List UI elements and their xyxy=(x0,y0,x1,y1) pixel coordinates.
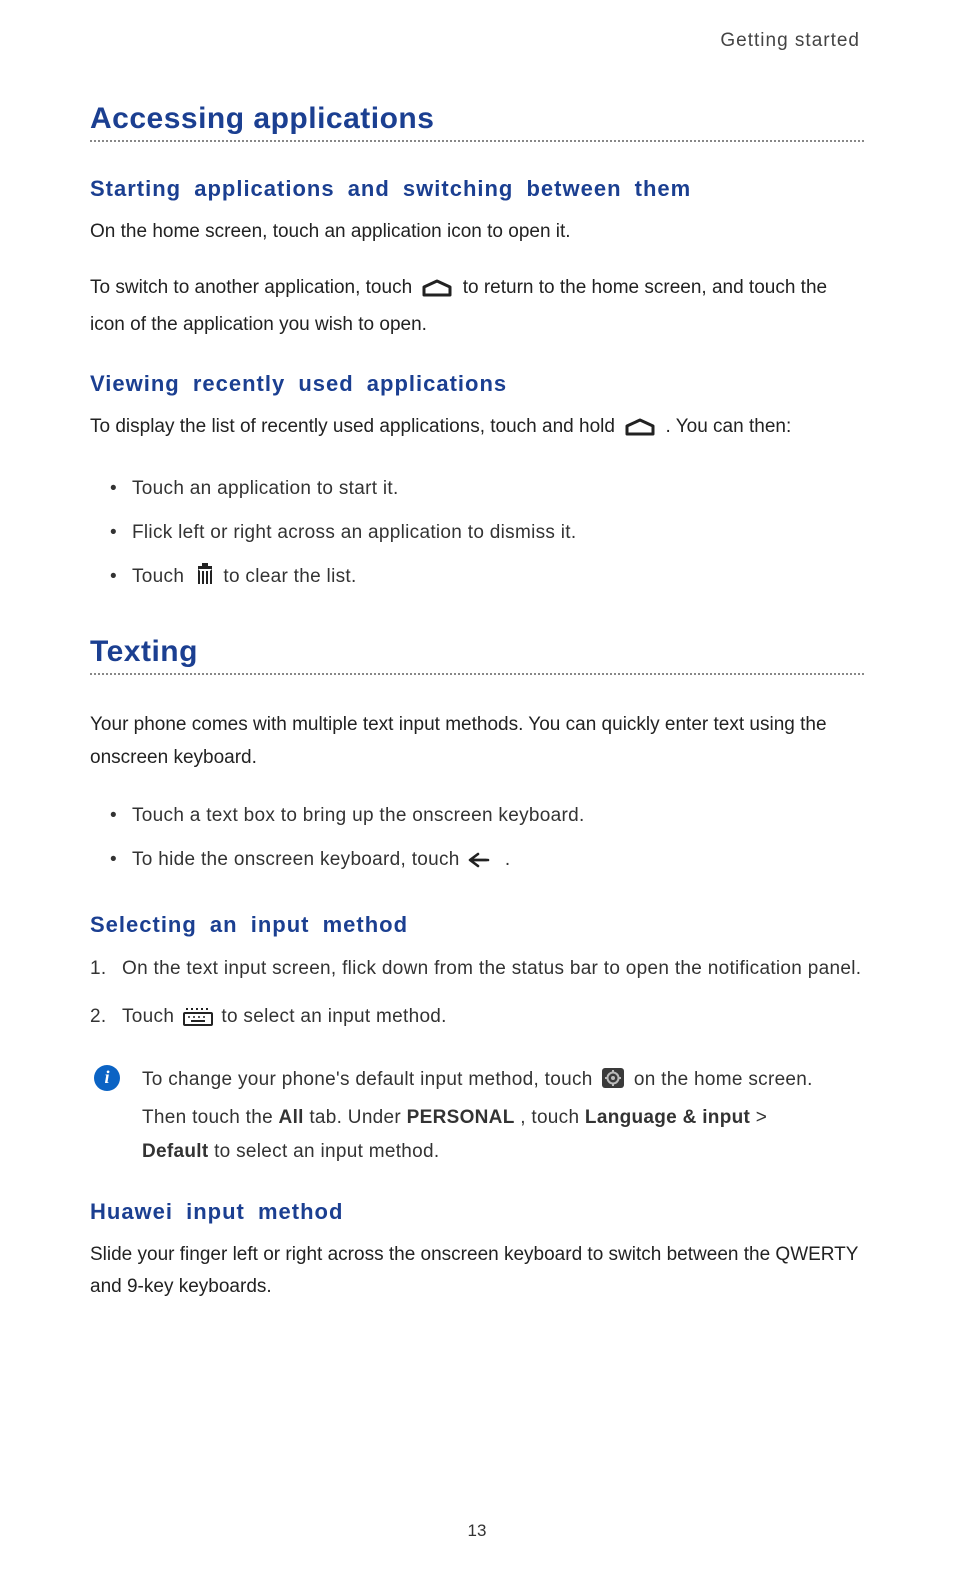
text-fragment: tab. Under xyxy=(309,1107,406,1128)
bullet-list: Touch an application to start it. Flick … xyxy=(90,471,864,599)
running-header: Getting started xyxy=(90,30,864,52)
body-text: To switch to another application, touch … xyxy=(90,272,864,341)
text-fragment: to clear the list. xyxy=(223,566,356,587)
subsection-starting-applications: Starting applications and switching betw… xyxy=(90,176,864,202)
text-fragment: To display the list of recently used app… xyxy=(90,416,620,437)
back-icon xyxy=(468,846,496,882)
home-icon xyxy=(623,415,657,447)
text-fragment: > xyxy=(756,1107,767,1128)
text-fragment: to select an input method. xyxy=(214,1141,439,1162)
ordered-list: On the text input screen, flick down fro… xyxy=(90,952,864,1038)
bold-language-input: Language & input xyxy=(585,1107,750,1128)
divider xyxy=(90,140,864,142)
page-number: 13 xyxy=(0,1521,954,1541)
subsection-viewing-recently-used: Viewing recently used applications xyxy=(90,371,864,397)
keyboard-icon xyxy=(183,1004,213,1038)
text-fragment: . xyxy=(505,849,511,870)
list-item: Touch to select an input method. xyxy=(90,1000,864,1038)
text-fragment: , touch xyxy=(520,1107,585,1128)
list-item: Touch a text box to bring up the onscree… xyxy=(110,798,864,834)
divider xyxy=(90,673,864,675)
bold-personal: PERSONAL xyxy=(407,1107,515,1128)
info-text: To change your phone's default input met… xyxy=(142,1063,864,1170)
text-fragment: to select an input method. xyxy=(221,1006,446,1027)
subsection-selecting-input-method: Selecting an input method xyxy=(90,912,864,938)
bold-all: All xyxy=(279,1107,304,1128)
body-text: To display the list of recently used app… xyxy=(90,411,864,447)
text-fragment: To change your phone's default input met… xyxy=(142,1069,598,1090)
info-icon: i xyxy=(94,1065,120,1091)
body-text: On the home screen, touch an application… xyxy=(90,216,864,248)
text-fragment: . You can then: xyxy=(666,416,792,437)
list-item: To hide the onscreen keyboard, touch . xyxy=(110,842,864,882)
list-item: Flick left or right across an applicatio… xyxy=(110,515,864,551)
home-icon xyxy=(420,276,454,308)
list-item: On the text input screen, flick down fro… xyxy=(90,952,864,986)
section-title-texting: Texting xyxy=(90,635,864,669)
text-fragment: Touch xyxy=(132,566,190,587)
section-title-accessing-applications: Accessing applications xyxy=(90,102,864,136)
info-note: i To change your phone's default input m… xyxy=(94,1063,864,1170)
list-item: Touch an application to start it. xyxy=(110,471,864,507)
settings-icon xyxy=(601,1067,625,1101)
page: Getting started Accessing applications S… xyxy=(0,0,954,1577)
trash-broom-icon xyxy=(193,562,215,599)
bullet-list: Touch a text box to bring up the onscree… xyxy=(90,798,864,882)
body-text: Your phone comes with multiple text inpu… xyxy=(90,709,864,774)
text-fragment: Touch xyxy=(122,1006,180,1027)
list-item: Touch to clear the list. xyxy=(110,559,864,599)
subsection-huawei-input-method: Huawei input method xyxy=(90,1199,864,1225)
bold-default: Default xyxy=(142,1141,209,1162)
text-fragment: To hide the onscreen keyboard, touch xyxy=(132,849,465,870)
text-fragment: To switch to another application, touch xyxy=(90,277,417,298)
body-text: Slide your finger left or right across t… xyxy=(90,1239,864,1304)
